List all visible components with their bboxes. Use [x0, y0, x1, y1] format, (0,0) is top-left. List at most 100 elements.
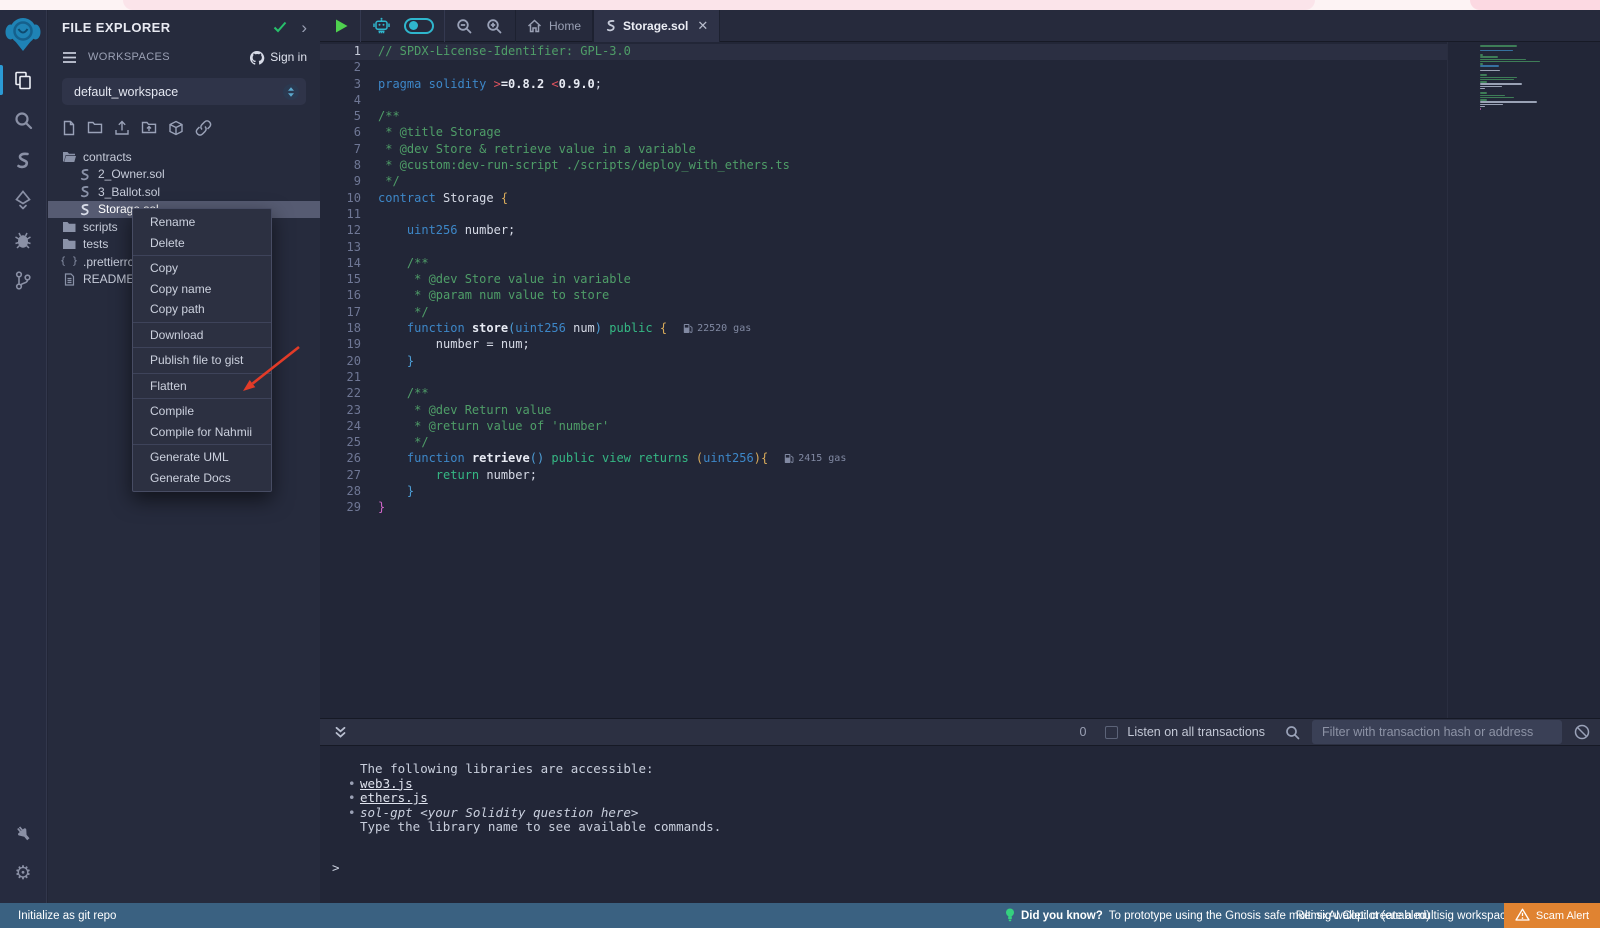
main-area: HomeStorage.sol✕ 1// SPDX-License-Identi… [320, 10, 1600, 903]
code-line-12: 12 uint256 number; [320, 223, 1447, 239]
folder-icon [62, 221, 76, 233]
terminal-output: The following libraries are accessible:•… [320, 746, 1600, 835]
plugin-manager-icon[interactable] [0, 813, 46, 853]
line-number: 5 [320, 109, 378, 123]
zoom-in-icon[interactable] [486, 18, 502, 34]
deploy-run-icon[interactable] [0, 180, 46, 220]
solidity-compiler-icon[interactable] [0, 140, 46, 180]
line-number: 22 [320, 386, 378, 400]
terminal[interactable]: The following libraries are accessible:•… [320, 746, 1600, 903]
cube-icon[interactable] [168, 120, 184, 136]
terminal-link[interactable]: web3.js [360, 776, 413, 791]
upload-file-icon[interactable] [114, 120, 130, 136]
menu-item-delete[interactable]: Delete [133, 233, 271, 254]
menu-item-copy[interactable]: Copy [133, 258, 271, 279]
hamburger-menu-icon[interactable] [62, 51, 77, 64]
ai-copilot-robot-icon[interactable] [372, 17, 391, 35]
terminal-collapse-icon[interactable] [334, 726, 347, 739]
menu-item-generate-uml[interactable]: Generate UML [133, 447, 271, 468]
check-icon[interactable] [273, 21, 287, 33]
code-line-16: 16 * @param num value to store [320, 288, 1447, 304]
menu-item-compile[interactable]: Compile [133, 401, 271, 422]
search-icon[interactable] [0, 100, 46, 140]
line-number: 1 [320, 44, 378, 58]
sign-in-button[interactable]: Sign in [249, 50, 307, 65]
menu-item-generate-docs[interactable]: Generate Docs [133, 468, 271, 489]
zoom-out-icon[interactable] [456, 18, 472, 34]
terminal-link[interactable]: ethers.js [360, 790, 428, 805]
line-number: 17 [320, 305, 378, 319]
copilot-status[interactable]: RemixAI Copilot (enabled) [1296, 903, 1430, 928]
code-line-3: 3pragma solidity >=0.8.2 <0.9.0; [320, 77, 1447, 93]
settings-icon[interactable]: ⚙ [0, 853, 46, 893]
code-line-10: 10contract Storage { [320, 191, 1447, 207]
code-editor[interactable]: 1// SPDX-License-Identifier: GPL-3.023pr… [320, 42, 1600, 718]
code-line-24: 24 * @return value of 'number' [320, 419, 1447, 435]
copilot-toggle[interactable] [404, 18, 434, 34]
line-number: 15 [320, 272, 378, 286]
line-number: 14 [320, 256, 378, 270]
icon-rail: ⚙ [0, 10, 47, 903]
tree-item-2-owner-sol[interactable]: 2_Owner.sol [48, 166, 320, 184]
clear-console-icon[interactable] [1574, 724, 1590, 740]
debugger-icon[interactable] [0, 220, 46, 260]
code-line-6: 6 * @title Storage [320, 125, 1447, 141]
run-script-button[interactable] [334, 18, 349, 34]
line-number: 12 [320, 223, 378, 237]
menu-item-copy-name[interactable]: Copy name [133, 279, 271, 300]
code-line-14: 14 /** [320, 256, 1447, 272]
workspaces-label: WORKSPACES [88, 51, 249, 63]
workspace-select[interactable]: default_workspace [62, 78, 306, 105]
line-number: 24 [320, 419, 378, 433]
upload-folder-icon[interactable] [141, 120, 157, 136]
search-icon[interactable] [1285, 725, 1300, 740]
tree-item-3-ballot-sol[interactable]: 3_Ballot.sol [48, 183, 320, 201]
git-init-status[interactable]: Initialize as git repo [18, 903, 116, 928]
line-number: 29 [320, 500, 378, 514]
line-number: 8 [320, 158, 378, 172]
terminal-line: The following libraries are accessible: [346, 762, 1600, 777]
github-icon [249, 50, 265, 65]
chevron-right-icon[interactable]: › [301, 19, 307, 36]
workspace-stepper-icon[interactable] [282, 83, 300, 101]
workspaces-row: WORKSPACES Sign in [48, 44, 320, 70]
file-explorer-icon[interactable] [0, 60, 46, 100]
line-number: 23 [320, 403, 378, 417]
menu-item-copy-path[interactable]: Copy path [133, 299, 271, 320]
menu-item-compile-for-nahmii[interactable]: Compile for Nahmii [133, 422, 271, 443]
code-line-1: 1// SPDX-License-Identifier: GPL-3.0 [320, 44, 1447, 60]
close-icon[interactable]: ✕ [697, 18, 708, 34]
line-number: 27 [320, 468, 378, 482]
status-bar: Initialize as git repo Did you know? To … [0, 903, 1600, 928]
new-folder-icon[interactable] [87, 120, 103, 136]
tree-item-label: scripts [83, 220, 118, 234]
tree-item-contracts[interactable]: contracts [48, 148, 320, 166]
git-icon[interactable] [0, 260, 46, 300]
solidity-file-icon [605, 19, 616, 32]
tab-storage-sol[interactable]: Storage.sol✕ [593, 10, 720, 42]
transaction-filter-input[interactable] [1312, 720, 1562, 744]
editor-toolbar: HomeStorage.sol✕ [320, 10, 1600, 42]
menu-separator [133, 398, 271, 399]
did-you-know-tip: Did you know? To prototype using the Gno… [1005, 903, 1515, 928]
code-line-19: 19 number = num; [320, 337, 1447, 353]
terminal-prompt[interactable]: > [320, 835, 1600, 875]
scam-alert-button[interactable]: Scam Alert [1504, 903, 1600, 928]
line-number: 13 [320, 240, 378, 254]
tree-item-label: contracts [83, 150, 132, 164]
new-file-icon[interactable] [62, 120, 76, 136]
listen-all-transactions-checkbox[interactable] [1105, 726, 1118, 739]
terminal-line: Type the library name to see available c… [346, 820, 1600, 835]
code-line-23: 23 * @dev Return value [320, 403, 1447, 419]
menu-item-rename[interactable]: Rename [133, 212, 271, 233]
tab-home[interactable]: Home [515, 10, 593, 42]
line-number: 18 [320, 321, 378, 335]
editor-minimap[interactable] [1476, 42, 1588, 113]
browser-chrome-strip [0, 0, 1600, 10]
editor-scrollbar[interactable] [1447, 42, 1448, 718]
line-number: 20 [320, 354, 378, 368]
braces-icon: { } [62, 256, 76, 267]
line-number: 6 [320, 125, 378, 139]
link-icon[interactable] [195, 120, 212, 136]
remix-logo-icon[interactable] [0, 10, 46, 60]
